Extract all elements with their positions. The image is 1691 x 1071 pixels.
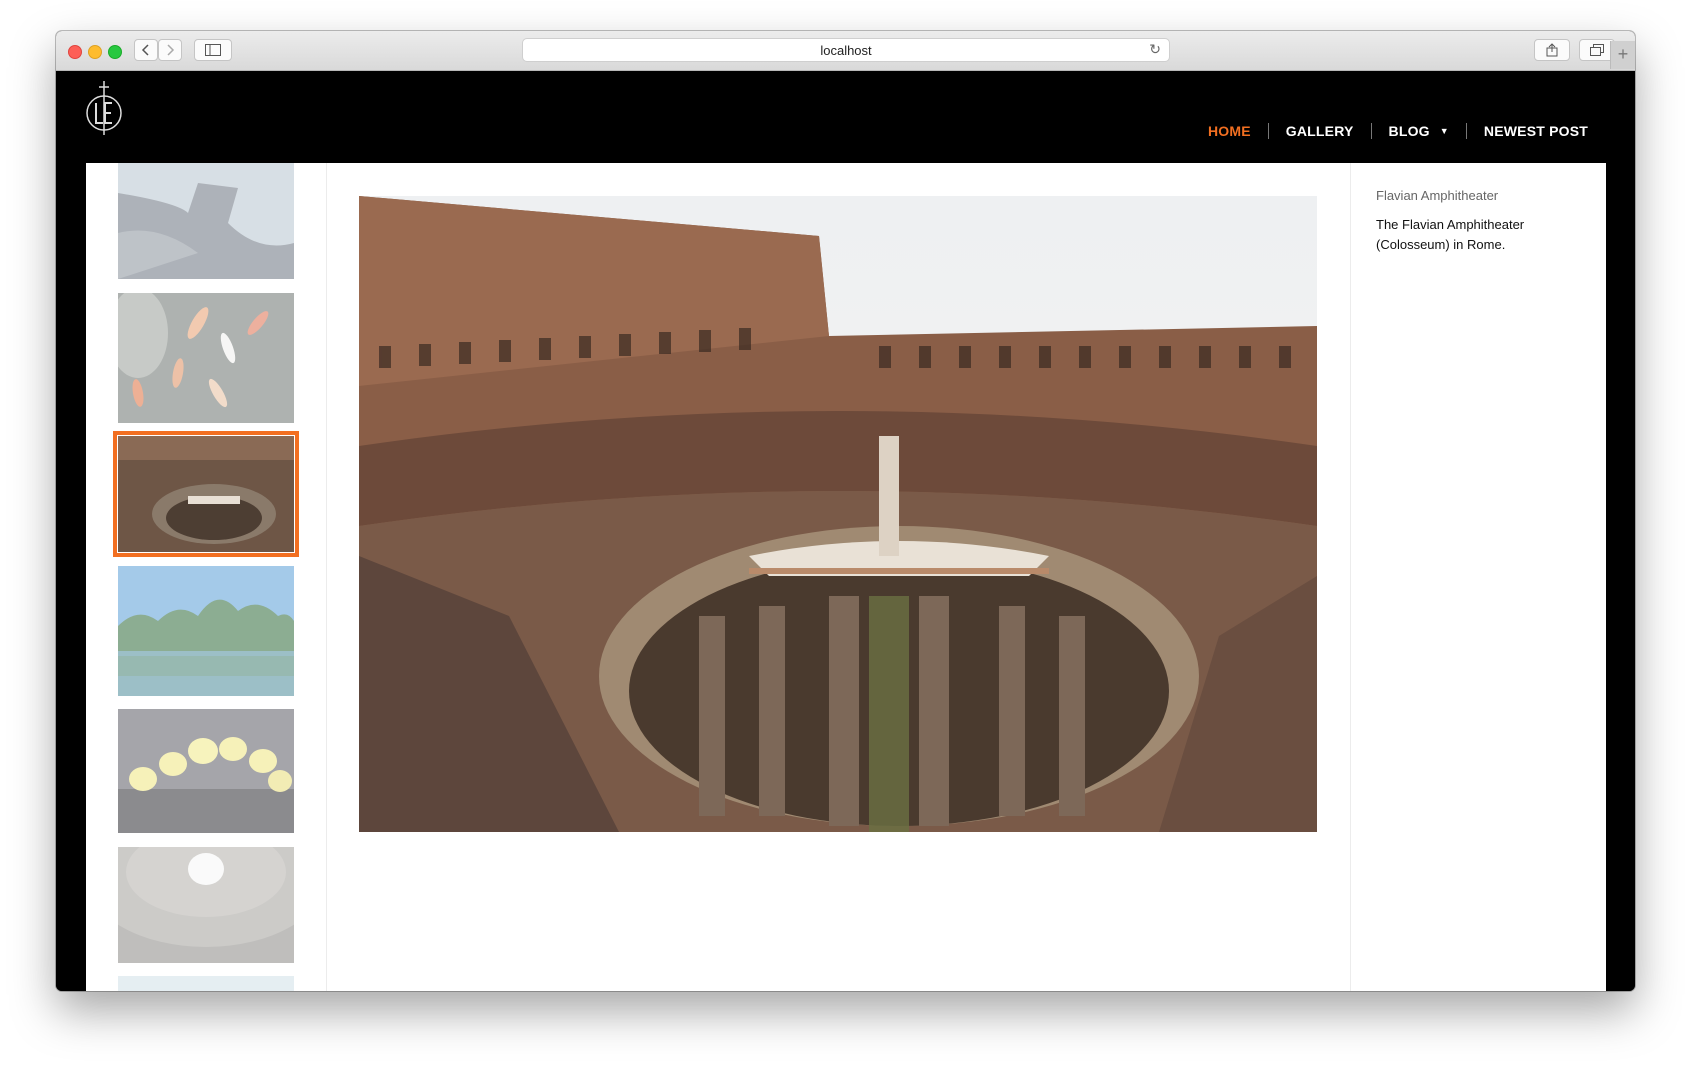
photo-title: Flavian Amphitheater [1376,188,1499,203]
minimize-window-button[interactable] [88,45,102,59]
new-tab-button[interactable]: + [1610,41,1635,69]
nav-newest-post[interactable]: NEWEST POST [1467,123,1605,139]
site-logo[interactable] [84,79,124,139]
web-page: HOME GALLERY BLOG ▼ NEWEST POST Flavian … [56,71,1635,991]
photo-description: The Flavian Amphitheater (Colosseum) in … [1376,217,1525,252]
thumbnail-orchids[interactable] [118,709,294,833]
thumbnail-colosseum[interactable] [113,431,299,557]
url-text: localhost [820,42,872,58]
sidebar-toggle-button[interactable] [194,39,232,61]
photo-info-panel: Flavian Amphitheater The Flavian Amphith… [1350,163,1607,991]
thumbnail-architecture[interactable] [118,163,294,279]
reload-icon[interactable]: ↻ [1149,41,1161,58]
tabs-icon [1590,44,1604,56]
chevron-left-icon [141,44,149,56]
thumbnail-strip[interactable] [86,163,327,991]
thumbnail-pantheon[interactable] [118,847,294,963]
content-area: Flavian Amphitheater The Flavian Amphith… [86,163,1606,991]
thumbnail-partial[interactable] [118,976,294,991]
nav-home[interactable]: HOME [1191,123,1268,139]
nav-gallery[interactable]: GALLERY [1269,123,1371,139]
caret-down-icon: ▼ [1439,126,1449,136]
thumbnail-lake[interactable] [118,566,294,696]
sidebar-icon [205,44,221,56]
nav-blog-label: BLOG [1388,123,1430,139]
browser-window: localhost ↻ + HOME GALLERY BLOG ▼ NEWEST … [56,31,1635,991]
address-bar[interactable]: localhost ↻ [522,38,1170,62]
nav-blog[interactable]: BLOG ▼ [1372,123,1466,139]
thumbnail-koi-pond[interactable] [118,293,294,423]
forward-button[interactable] [158,39,182,61]
browser-toolbar: localhost ↻ + [56,31,1635,71]
main-nav: HOME GALLERY BLOG ▼ NEWEST POST [1191,123,1605,139]
main-photo [359,196,1317,832]
close-window-button[interactable] [68,45,82,59]
share-icon [1546,43,1558,57]
photo-viewer [327,163,1349,991]
chevron-right-icon [167,44,175,56]
maximize-window-button[interactable] [108,45,122,59]
back-button[interactable] [134,39,158,61]
share-button[interactable] [1534,39,1570,61]
plus-icon: + [1617,44,1629,64]
